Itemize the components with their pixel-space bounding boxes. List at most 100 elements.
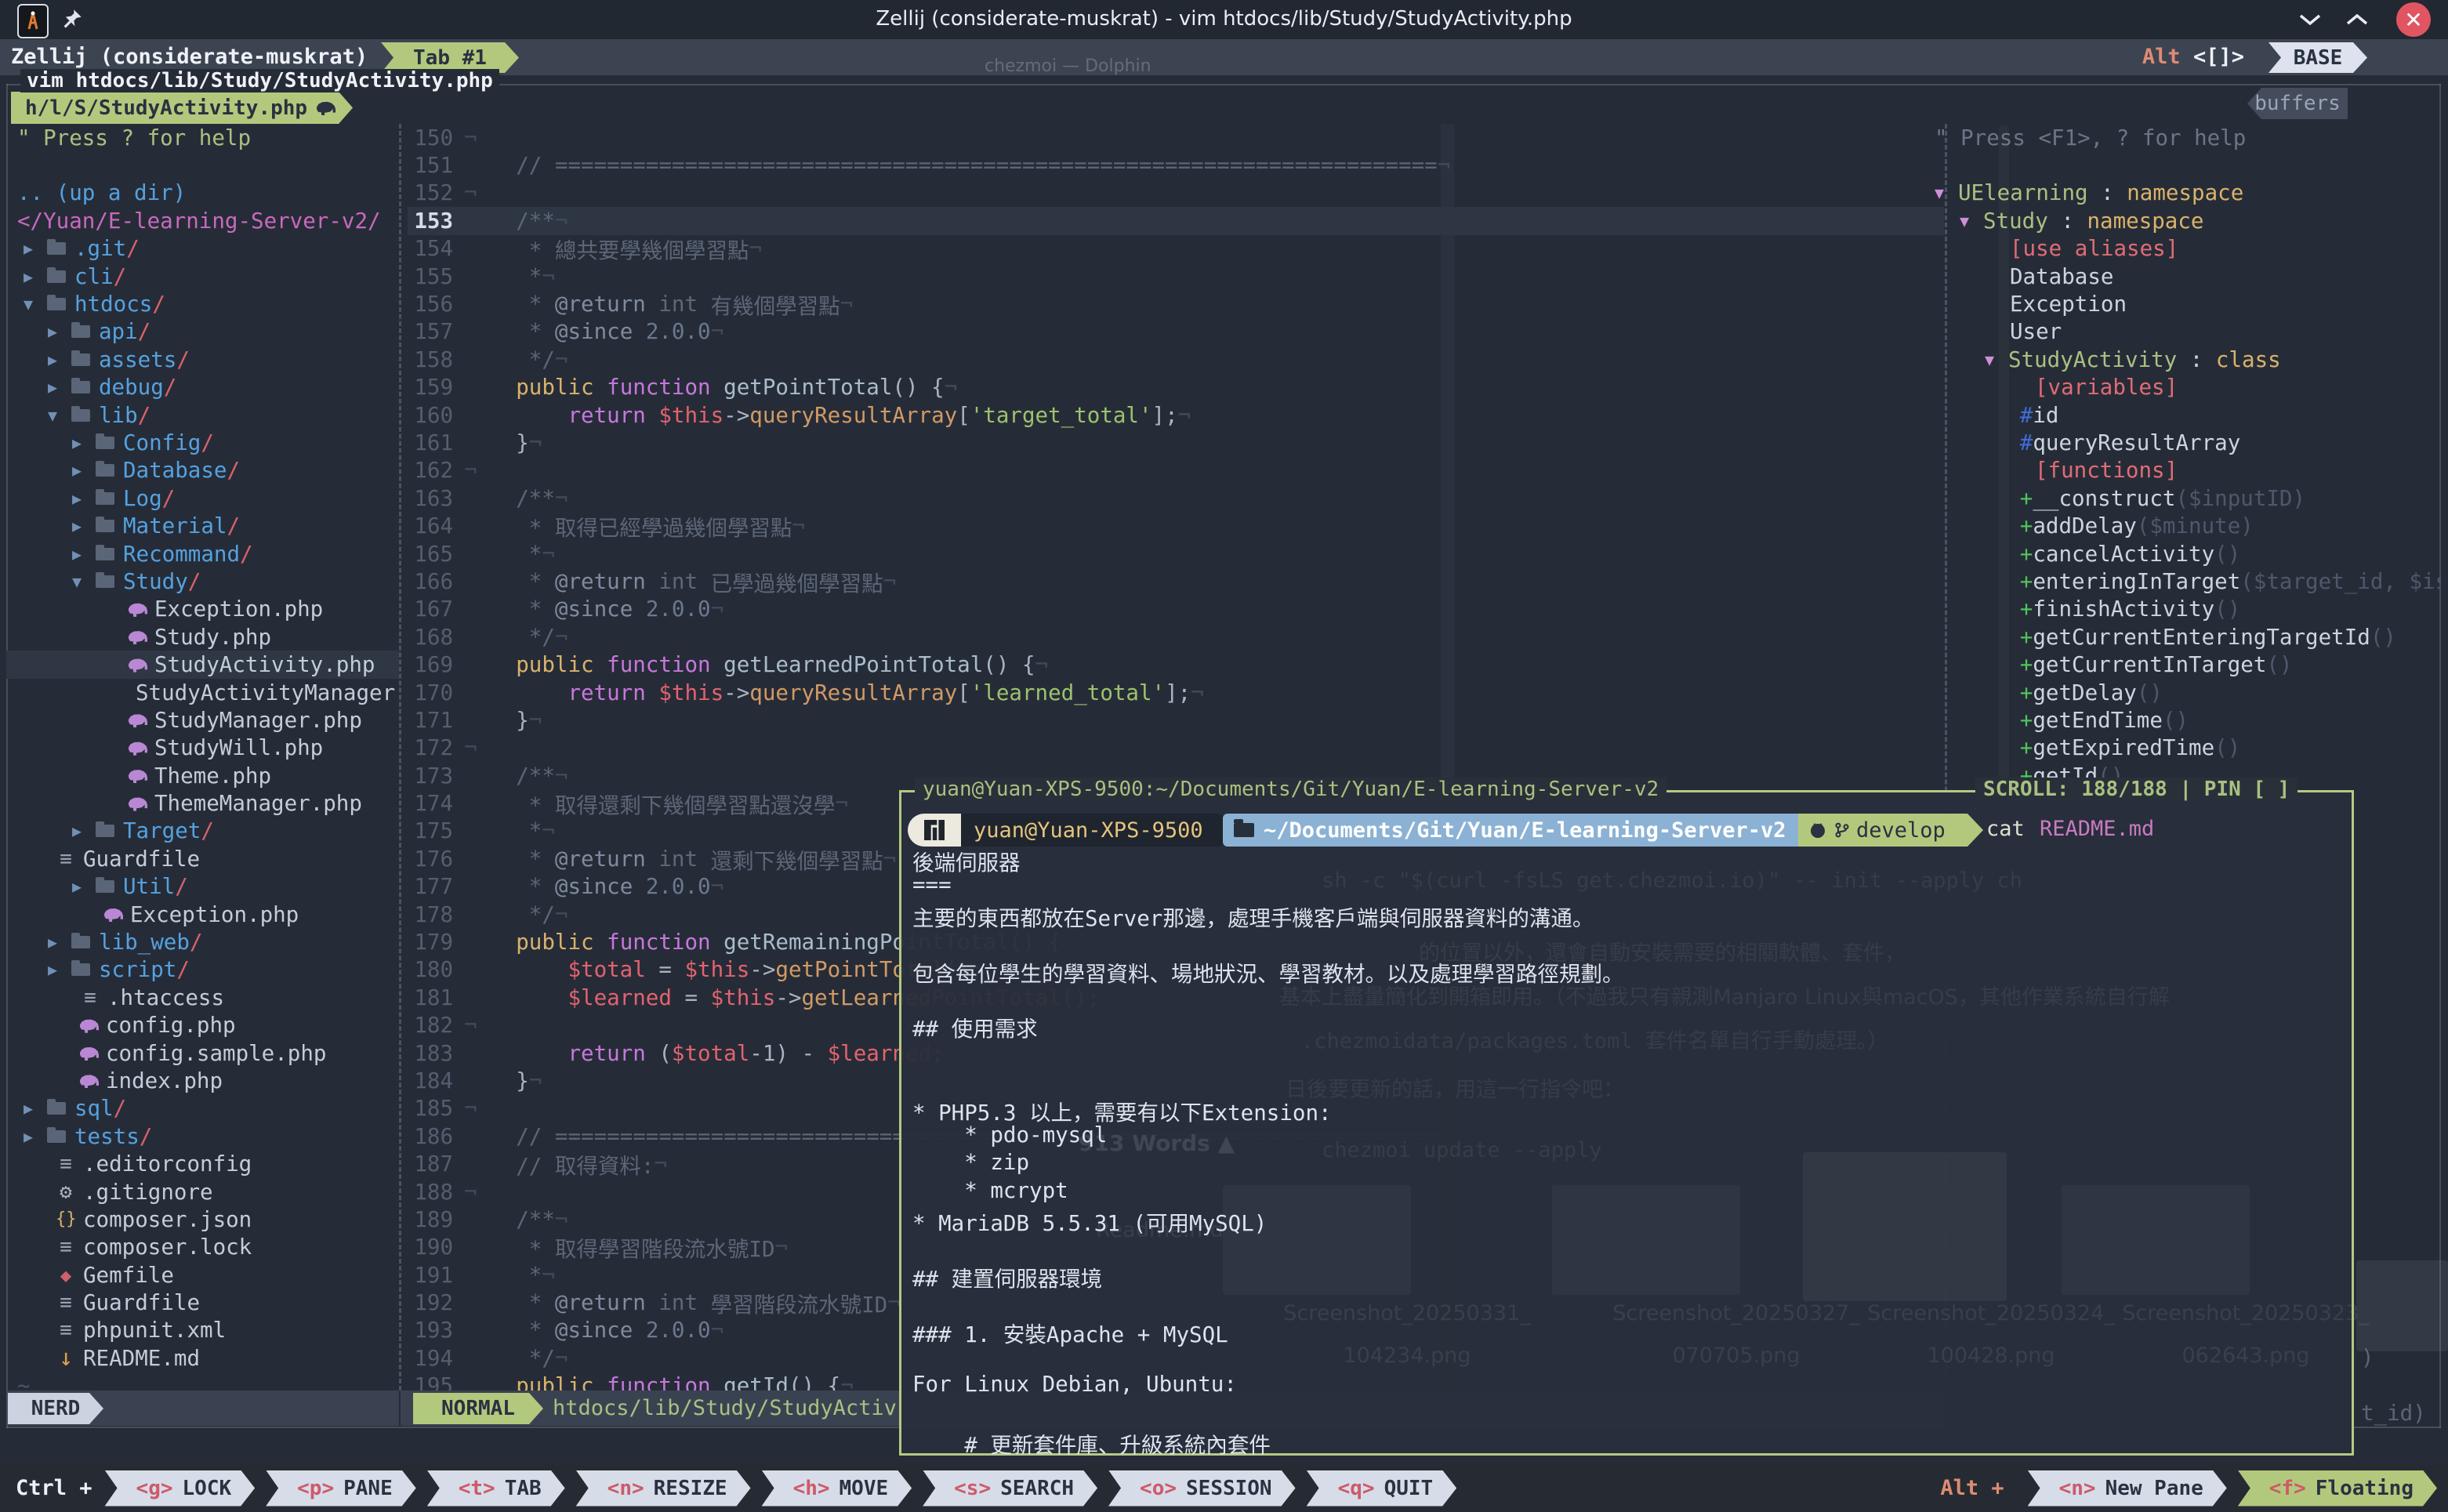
chevron-right-icon[interactable]: ▶ bbox=[72, 433, 88, 452]
maximize-button[interactable] bbox=[2337, 3, 2377, 36]
tree-folder-debug[interactable]: ▶debug/ bbox=[6, 374, 399, 401]
tree-folder-tests[interactable]: ▶tests/ bbox=[6, 1122, 399, 1150]
tree-folder-Target[interactable]: ▶Target/ bbox=[6, 818, 399, 845]
tree-file-config.php[interactable]: config.php bbox=[6, 1012, 399, 1039]
code-line-160[interactable]: 160 return $this->queryResultArray['targ… bbox=[408, 401, 1944, 429]
code-line-157[interactable]: 157 * @since 2.0.0¬ bbox=[408, 318, 1944, 346]
tree-file-Study.php[interactable]: Study.php bbox=[6, 623, 399, 651]
keybinding-floating[interactable]: <f>Floating bbox=[2238, 1470, 2437, 1507]
vista-row-9[interactable]: [variables] bbox=[1935, 374, 2441, 401]
keybinding-session[interactable]: <o>SESSION bbox=[1108, 1470, 1296, 1507]
vista-row-3[interactable]: ▼Study : namespace bbox=[1935, 207, 2441, 234]
chevron-right-icon[interactable]: ▶ bbox=[72, 461, 88, 480]
tree-folder-lib[interactable]: ▼lib/ bbox=[6, 401, 399, 429]
code-line-152[interactable]: 152¬ bbox=[408, 179, 1944, 207]
code-line-163[interactable]: 163 /**¬ bbox=[408, 484, 1944, 512]
tree-row[interactable]: .. (up a dir) bbox=[6, 179, 399, 207]
chevron-right-icon[interactable]: ▶ bbox=[72, 489, 88, 508]
tree-folder-Log[interactable]: ▶Log/ bbox=[6, 484, 399, 512]
keybinding-resize[interactable]: <n>RESIZE bbox=[576, 1470, 751, 1507]
keybinding-pane[interactable]: <p>PANE bbox=[266, 1470, 416, 1507]
chevron-right-icon[interactable]: ▶ bbox=[24, 239, 39, 258]
vista-row-10[interactable]: #id bbox=[1935, 401, 2441, 429]
chevron-right-icon[interactable]: ▶ bbox=[72, 517, 88, 535]
code-line-168[interactable]: 168 */¬ bbox=[408, 623, 1944, 651]
tree-file-StudyWill.php[interactable]: StudyWill.php bbox=[6, 734, 399, 762]
vista-row-22[interactable]: +getExpiredTime() bbox=[1935, 734, 2441, 762]
chevron-down-icon[interactable]: ▼ bbox=[1960, 212, 1983, 230]
tree-folder-.git[interactable]: ▶.git/ bbox=[6, 235, 399, 263]
chevron-right-icon[interactable]: ▶ bbox=[48, 933, 63, 952]
vista-row-13[interactable]: +__construct($inputID) bbox=[1935, 484, 2441, 512]
vista-row-19[interactable]: +getCurrentInTarget() bbox=[1935, 651, 2441, 678]
vista-row-6[interactable]: Exception bbox=[1935, 290, 2441, 317]
vista-row-5[interactable]: Database bbox=[1935, 263, 2441, 290]
tree-file-Exception.php[interactable]: Exception.php bbox=[6, 901, 399, 928]
vista-row-11[interactable]: #queryResultArray bbox=[1935, 429, 2441, 456]
vista-row-17[interactable]: +finishActivity() bbox=[1935, 596, 2441, 623]
minimize-button[interactable] bbox=[2290, 3, 2330, 36]
code-line-166[interactable]: 166 * @return int 已學過幾個學習點¬ bbox=[408, 567, 1944, 595]
tree-folder-htdocs[interactable]: ▼htdocs/ bbox=[6, 290, 399, 317]
code-line-158[interactable]: 158 */¬ bbox=[408, 346, 1944, 373]
split-separator-left[interactable] bbox=[399, 124, 401, 1391]
chevron-right-icon[interactable]: ▶ bbox=[72, 877, 88, 896]
tree-file-StudyManager.php[interactable]: StudyManager.php bbox=[6, 706, 399, 734]
tree-file-.editorconfig[interactable]: ≡.editorconfig bbox=[6, 1150, 399, 1177]
chevron-right-icon[interactable]: ▶ bbox=[24, 267, 39, 286]
chevron-right-icon[interactable]: ▶ bbox=[72, 545, 88, 564]
code-line-171[interactable]: 171 }¬ bbox=[408, 706, 1944, 734]
tree-file-README.md[interactable]: ↓README.md bbox=[6, 1344, 399, 1372]
vista-row-12[interactable]: [functions] bbox=[1935, 457, 2441, 484]
vista-row-4[interactable]: [use aliases] bbox=[1935, 235, 2441, 263]
tree-folder-Database[interactable]: ▶Database/ bbox=[6, 457, 399, 484]
vista-row-2[interactable]: ▼UElearning : namespace bbox=[1935, 179, 2441, 207]
vista-row-0[interactable]: " Press <F1>, ? for help bbox=[1935, 124, 2441, 151]
tree-file-composer.json[interactable]: {}composer.json bbox=[6, 1206, 399, 1233]
code-line-154[interactable]: 154 * 總共要學幾個學習點¬ bbox=[408, 235, 1944, 263]
tree-folder-script[interactable]: ▶script/ bbox=[6, 956, 399, 984]
code-line-153[interactable]: 153 /**¬ bbox=[408, 207, 1944, 234]
code-line-162[interactable]: 162¬ bbox=[408, 457, 1944, 484]
vista-row-20[interactable]: +getDelay() bbox=[1935, 679, 2441, 706]
tree-folder-cli[interactable]: ▶cli/ bbox=[6, 263, 399, 290]
chevron-down-icon[interactable]: ▼ bbox=[72, 572, 88, 591]
chevron-down-icon[interactable]: ▼ bbox=[1935, 183, 1958, 202]
tree-folder-Study[interactable]: ▼Study/ bbox=[6, 567, 399, 595]
tree-file-composer.lock[interactable]: ≡composer.lock bbox=[6, 1234, 399, 1261]
code-line-155[interactable]: 155 *¬ bbox=[408, 263, 1944, 290]
keybinding-tab[interactable]: <t>TAB bbox=[427, 1470, 565, 1507]
tree-file-ThemeManager.php[interactable]: ThemeManager.php bbox=[6, 789, 399, 817]
tree-folder-api[interactable]: ▶api/ bbox=[6, 318, 399, 346]
tree-file-config.sample.php[interactable]: config.sample.php bbox=[6, 1039, 399, 1067]
tree-file-phpunit.xml[interactable]: ≡phpunit.xml bbox=[6, 1317, 399, 1344]
vista-row-7[interactable]: User bbox=[1935, 318, 2441, 346]
code-line-165[interactable]: 165 *¬ bbox=[408, 540, 1944, 567]
tree-folder-Recommand[interactable]: ▶Recommand/ bbox=[6, 540, 399, 567]
keybinding-new-pane[interactable]: <n>New Pane bbox=[2028, 1470, 2227, 1507]
close-button[interactable]: ✕ bbox=[2396, 2, 2431, 37]
chevron-right-icon[interactable]: ▶ bbox=[72, 821, 88, 840]
tree-folder-Material[interactable]: ▶Material/ bbox=[6, 512, 399, 539]
code-line-172[interactable]: 172¬ bbox=[408, 734, 1944, 762]
tree-folder-assets[interactable]: ▶assets/ bbox=[6, 346, 399, 373]
vista-row-23[interactable]: +getId() bbox=[1935, 762, 2441, 789]
code-line-151[interactable]: 151 // =================================… bbox=[408, 151, 1944, 179]
chevron-right-icon[interactable]: ▶ bbox=[48, 960, 63, 979]
code-line-173[interactable]: 173 /**¬ bbox=[408, 762, 1944, 789]
keybinding-search[interactable]: <s>SEARCH bbox=[923, 1470, 1097, 1507]
tree-file-Exception.php[interactable]: Exception.php bbox=[6, 596, 399, 623]
code-line-167[interactable]: 167 * @since 2.0.0¬ bbox=[408, 596, 1944, 623]
code-line-156[interactable]: 156 * @return int 有幾個學習點¬ bbox=[408, 290, 1944, 317]
keybinding-lock[interactable]: <g>LOCK bbox=[105, 1470, 256, 1507]
buffer-tab[interactable]: h/l/S/StudyActivity.php bbox=[11, 92, 353, 124]
vista-row-8[interactable]: ▼StudyActivity : class bbox=[1935, 346, 2441, 373]
tree-file-Gemfile[interactable]: ◆Gemfile bbox=[6, 1261, 399, 1289]
tree-file-Guardfile[interactable]: ≡Guardfile bbox=[6, 845, 399, 872]
code-line-164[interactable]: 164 * 取得已經學過幾個學習點¬ bbox=[408, 512, 1944, 539]
tree-folder-Util[interactable]: ▶Util/ bbox=[6, 873, 399, 901]
code-line-169[interactable]: 169 public function getLearnedPointTotal… bbox=[408, 651, 1944, 678]
tree-folder-sql[interactable]: ▶sql/ bbox=[6, 1095, 399, 1122]
chevron-right-icon[interactable]: ▶ bbox=[24, 1127, 39, 1146]
chevron-down-icon[interactable]: ▼ bbox=[48, 406, 63, 425]
